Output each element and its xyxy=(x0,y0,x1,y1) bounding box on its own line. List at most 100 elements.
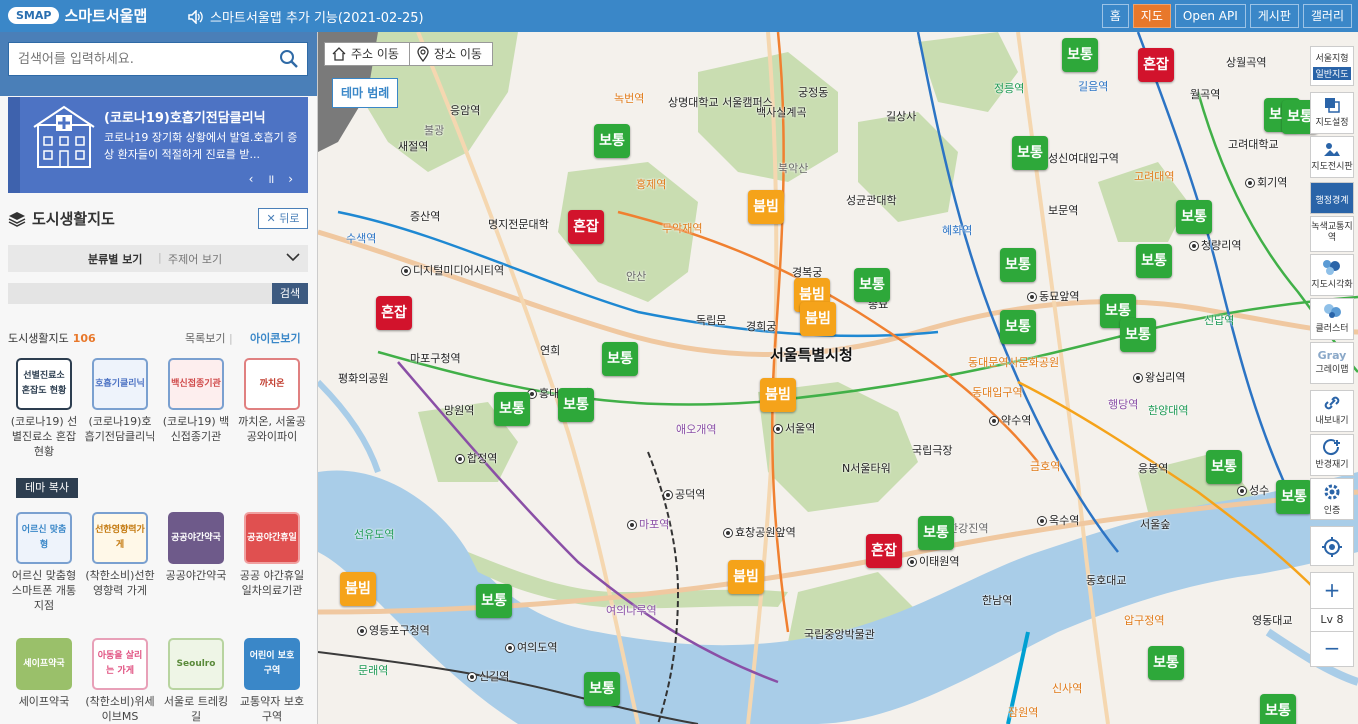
congestion-pin[interactable]: 보통 xyxy=(594,124,630,158)
map-label-jamwon: 잠원역 xyxy=(1008,706,1039,719)
nav-open-api[interactable]: Open API xyxy=(1174,4,1246,28)
theme-item[interactable]: 공공야간휴일 공공 야간휴일 일차의료기관 xyxy=(236,512,308,598)
map-label-baeksa: 백사실계곡 xyxy=(756,106,807,119)
congestion-pin[interactable]: 보통 xyxy=(1206,450,1242,484)
basemap-switch[interactable]: 서울지형 일반지도 xyxy=(1310,46,1354,86)
map-label-dongmyo: 동묘앞역 xyxy=(1028,288,1079,304)
congestion-pin[interactable]: 붐빔 xyxy=(800,302,836,336)
green-traffic-button[interactable]: 녹색교통지역 xyxy=(1310,216,1354,252)
nav-home[interactable]: 홈 xyxy=(1101,4,1129,28)
congestion-pin[interactable]: 보통 xyxy=(1176,200,1212,234)
filter-search-button[interactable]: 검색 xyxy=(272,283,308,304)
search-icon[interactable] xyxy=(279,49,299,69)
theme-item[interactable]: 세이프약국 세이프약국 xyxy=(8,638,80,709)
map-label-aeogae: 애오개역 xyxy=(676,423,717,436)
speaker-icon xyxy=(188,9,203,24)
my-location-button[interactable] xyxy=(1310,526,1354,566)
theme-item[interactable]: 공공야간약국 공공야간약국 xyxy=(160,512,232,583)
congestion-pin[interactable]: 보통 xyxy=(602,342,638,376)
congestion-pin[interactable]: 붐빔 xyxy=(340,572,376,606)
zoom-out-button[interactable]: − xyxy=(1310,631,1354,667)
theme-item[interactable]: 백신접종기관 (코로나19) 백신접종기관 xyxy=(160,358,232,444)
congestion-pin[interactable]: 보통 xyxy=(1148,646,1184,680)
map-exhibit-button[interactable]: 지도전시판 xyxy=(1310,136,1354,178)
tab-separator: | xyxy=(158,251,162,264)
map-label-bukak: 북악산 xyxy=(778,162,809,175)
tab-category[interactable]: 분류별 보기 xyxy=(88,251,142,267)
congestion-pin[interactable]: 붐빔 xyxy=(760,378,796,412)
chevron-down-icon[interactable] xyxy=(286,252,300,262)
list-view-label: 목록보기 xyxy=(185,332,226,345)
theme-label: 교통약자 보호구역 xyxy=(239,695,305,723)
theme-item[interactable]: 선한영향력가게 (착한소비)선한영향력 가게 xyxy=(84,512,156,598)
nav-board[interactable]: 게시판 xyxy=(1249,4,1299,28)
address-move-button[interactable]: 주소 이동 xyxy=(324,42,410,66)
search-input[interactable] xyxy=(9,43,269,75)
address-move-label: 주소 이동 xyxy=(351,47,399,61)
back-button[interactable]: ✕ 뒤로 xyxy=(258,208,308,229)
theme-item[interactable]: 선별진료소 혼잡도 현황 (코로나19) 선별진료소 혼잡현황 xyxy=(8,358,80,459)
congestion-pin[interactable]: 보통 xyxy=(1276,480,1312,514)
congestion-pin[interactable]: 혼잡 xyxy=(1138,48,1174,82)
graymap-button[interactable]: Gray 그레이맵 xyxy=(1310,342,1354,384)
station-dot xyxy=(1246,179,1254,187)
congestion-pin[interactable]: 붐빔 xyxy=(728,560,764,594)
theme-thumb: 선별진료소 혼잡도 현황 xyxy=(16,358,72,410)
search-area xyxy=(0,32,317,96)
radius-icon xyxy=(1323,439,1340,456)
tab-keyword[interactable]: 주제어 보기 xyxy=(168,251,222,267)
theme-item[interactable]: Seoulro 서울로 트레킹 길 xyxy=(160,638,232,724)
map[interactable]: 서울특별시청 N서울타워 디지털미디어시티역 홍대입구역 서울역 공덕역 효창공… xyxy=(318,32,1358,724)
crosshair-icon xyxy=(1322,537,1342,557)
map-label-text: 성수 xyxy=(1249,484,1270,497)
notice[interactable]: 스마트서울맵 추가 기능(2021-02-25) xyxy=(188,7,424,26)
congestion-pin[interactable]: 보통 xyxy=(1062,38,1098,72)
theme-item[interactable]: 어린이 보호구역 교통약자 보호구역 xyxy=(236,638,308,724)
export-label: 내보내기 xyxy=(1315,416,1349,426)
theme-legend-button[interactable]: 테마 범례 xyxy=(332,78,399,108)
theme-item[interactable]: 호흡기클리닉 (코로나19)호흡기전담클리닉 xyxy=(84,358,156,444)
zoom-in-button[interactable]: + xyxy=(1310,572,1354,609)
admin-boundary-button[interactable]: 행정경계 xyxy=(1310,182,1354,214)
map-label-gungjeong: 궁정동 xyxy=(798,86,829,99)
congestion-pin[interactable]: 혼잡 xyxy=(866,534,902,568)
nav-map[interactable]: 지도 xyxy=(1132,4,1171,28)
map-label-text: 서울역 xyxy=(785,422,816,435)
congestion-pin[interactable]: 보통 xyxy=(918,516,954,550)
theme-item[interactable]: 까치온 까치온, 서울공공와이파이 xyxy=(236,358,308,444)
radius-button[interactable]: 반경재기 xyxy=(1310,434,1354,476)
congestion-pin[interactable]: 혼잡 xyxy=(376,296,412,330)
congestion-pin[interactable]: 보통 xyxy=(1120,318,1156,352)
congestion-pin[interactable]: 보통 xyxy=(1260,694,1296,724)
banner[interactable]: (코로나19)호흡기전담클리닉 코로나19 장기화 상황에서 발열.호흡기 증 … xyxy=(8,97,308,193)
theme-copy-button[interactable]: 테마 복사 xyxy=(16,478,78,498)
congestion-pin[interactable]: 보통 xyxy=(854,268,890,302)
filter-input[interactable] xyxy=(8,283,272,304)
congestion-pin[interactable]: 보통 xyxy=(558,388,594,422)
list-view-link[interactable]: 목록보기 | xyxy=(185,330,233,346)
export-button[interactable]: 내보내기 xyxy=(1310,390,1354,432)
congestion-pin[interactable]: 보통 xyxy=(1000,310,1036,344)
banner-controls[interactable]: ‹ ॥ › xyxy=(249,170,298,187)
logo[interactable]: SMAP 스마트서울맵 xyxy=(8,5,147,26)
congestion-pin[interactable]: 보통 xyxy=(584,672,620,706)
congestion-pin[interactable]: 보통 xyxy=(476,584,512,618)
congestion-pin[interactable]: 보통 xyxy=(1012,136,1048,170)
theme-item[interactable]: 아동을 살리는 가게 (착한소비)위세이브MS xyxy=(84,638,156,724)
congestion-pin[interactable]: 보통 xyxy=(1136,244,1172,278)
search-box xyxy=(8,42,308,76)
auth-button[interactable]: 인증 xyxy=(1310,478,1354,520)
map-label-namsan-tower: N서울타워 xyxy=(842,462,891,475)
visualization-button[interactable]: 지도시각화 xyxy=(1310,254,1354,296)
congestion-pin[interactable]: 혼잡 xyxy=(568,210,604,244)
icon-view-link[interactable]: 아이콘보기 xyxy=(250,330,301,346)
nav-gallery[interactable]: 갤러리 xyxy=(1302,4,1352,28)
theme-item[interactable]: 어르신 맞춤형 어르신 맞춤형 스마트폰 개통지점 xyxy=(8,512,80,613)
congestion-pin[interactable]: 보통 xyxy=(1000,248,1036,282)
congestion-pin[interactable]: 보통 xyxy=(494,392,530,426)
station-dot xyxy=(456,455,464,463)
place-move-button[interactable]: 장소 이동 xyxy=(408,42,493,66)
cluster-button[interactable]: 클러스터 xyxy=(1310,298,1354,340)
congestion-pin[interactable]: 붐빔 xyxy=(748,190,784,224)
map-settings-button[interactable]: 지도설정 xyxy=(1310,92,1354,134)
